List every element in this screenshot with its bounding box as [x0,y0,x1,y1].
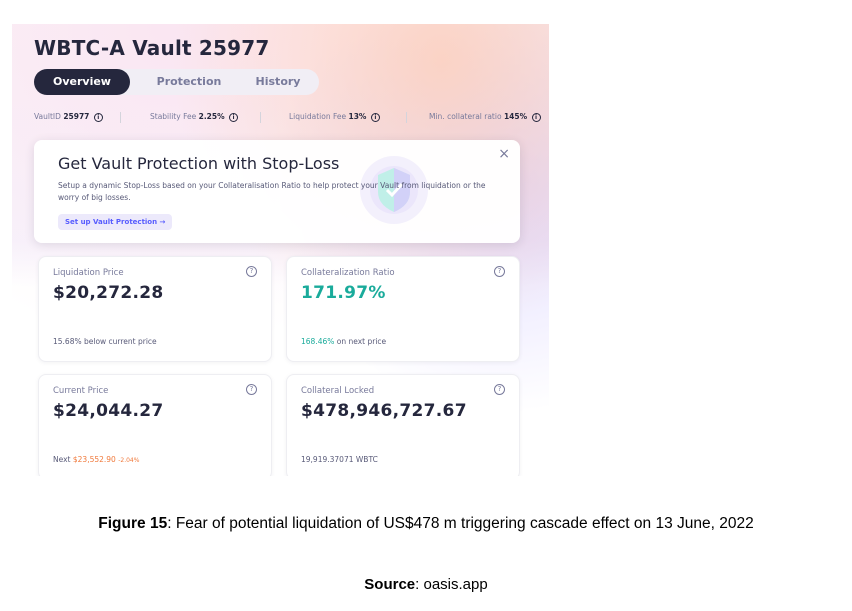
next-price-change: -2.04% [118,457,140,464]
card-label: Collateral Locked [301,386,375,396]
info-icon[interactable]: i [93,112,103,122]
collateral-unit: WBTC [355,455,378,464]
tab-protection[interactable]: Protection [154,69,224,95]
card-footnote: Next $23,552.90 -2.04% [53,455,139,464]
help-icon[interactable]: ? [494,384,505,395]
vault-title: WBTC-A Vault 25977 [34,36,270,60]
next-price-prefix: Next [53,455,71,464]
figure-caption: Figure 15: Fear of potential liquidation… [0,515,852,533]
divider [406,112,407,123]
next-ratio-value: 168.46% [301,337,335,346]
stat-min-collateral-ratio: Min. collateral ratio 145% i [429,112,541,122]
banner-title: Get Vault Protection with Stop-Loss [58,154,340,173]
stat-label: Liquidation Fee [289,112,347,121]
stat-vault-id: VaultID 25977 i [34,112,103,122]
stat-label: Stability Fee [150,112,197,121]
collateral-amount: 19,919.37071 [301,455,354,464]
stop-loss-banner: Get Vault Protection with Stop-Loss Setu… [34,140,520,243]
next-ratio-text: on next price [336,337,387,346]
stat-label: Min. collateral ratio [429,112,502,121]
collateral-locked-card: Collateral Locked ? $478,946,727.67 19,9… [286,374,520,476]
vault-stats-bar: VaultID 25977 i Stability Fee 2.25% i Li… [34,112,549,126]
next-price-value: $23,552.90 [72,455,116,464]
help-icon[interactable]: ? [246,266,257,277]
card-value: 171.97% [301,283,386,303]
card-label: Liquidation Price [53,268,124,278]
figure-label: Figure 15 [98,515,168,532]
card-footnote: 19,919.37071 WBTC [301,455,378,464]
info-icon[interactable]: i [531,112,541,122]
stat-liquidation-fee: Liquidation Fee 13% i [289,112,380,122]
help-icon[interactable]: ? [494,266,505,277]
tab-overview[interactable]: Overview [34,69,130,95]
source-line: Source: oasis.app [0,576,852,593]
card-value: $24,044.27 [53,401,164,421]
stat-label: VaultID [34,112,61,121]
collateralization-ratio-card: Collateralization Ratio ? 171.97% 168.46… [286,256,520,362]
stat-stability-fee: Stability Fee 2.25% i [150,112,239,122]
help-icon[interactable]: ? [246,384,257,395]
source-label: Source [364,576,416,593]
close-icon[interactable]: × [498,146,510,162]
divider [260,112,261,123]
stat-value: 13% [348,112,367,121]
vault-tabs: Overview Protection History [34,69,319,95]
setup-protection-button[interactable]: Set up Vault Protection → [58,214,173,230]
info-icon[interactable]: i [229,112,239,122]
card-value: $20,272.28 [53,283,164,303]
liquidation-price-card: Liquidation Price ? $20,272.28 15.68% be… [38,256,272,362]
current-price-card: Current Price ? $24,044.27 Next $23,552.… [38,374,272,476]
stat-value: 2.25% [198,112,225,121]
info-icon[interactable]: i [370,112,380,122]
banner-description: Setup a dynamic Stop-Loss based on your … [58,181,486,202]
card-value: $478,946,727.67 [301,401,467,421]
card-footnote: 15.68% below current price [53,337,157,346]
divider [120,112,121,123]
figure-caption-text: : Fear of potential liquidation of US$47… [167,515,754,532]
stat-value: 25977 [63,112,90,121]
card-footnote: 168.46% on next price [301,337,386,346]
card-label: Current Price [53,386,109,396]
tab-history[interactable]: History [248,69,308,95]
stat-value: 145% [503,112,528,121]
card-label: Collateralization Ratio [301,268,395,278]
vault-screenshot: WBTC-A Vault 25977 Overview Protection H… [12,24,549,476]
source-text: : oasis.app [415,576,488,593]
